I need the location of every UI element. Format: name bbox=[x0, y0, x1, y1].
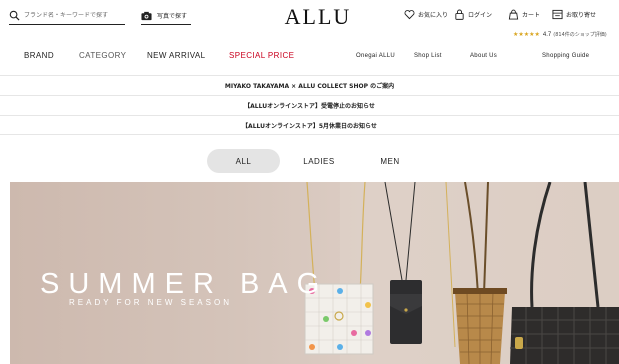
notice-item[interactable]: 【ALLUオンラインストア】5月休業日のお知らせ bbox=[0, 115, 619, 135]
favorites-label: お気に入り bbox=[418, 12, 449, 19]
camera-icon bbox=[141, 11, 152, 20]
nav-brand[interactable]: BRAND bbox=[24, 51, 54, 60]
rating-count: (814件のショップ評価) bbox=[553, 32, 607, 38]
nav-shopping-guide[interactable]: Shopping Guide bbox=[542, 53, 589, 59]
hero-banner[interactable]: SUMMER BAG READY FOR NEW SEASON bbox=[10, 182, 619, 364]
request-icon bbox=[552, 9, 563, 20]
nav-shop-list[interactable]: Shop List bbox=[414, 53, 442, 59]
notice-item[interactable]: 【ALLUオンラインストア】受電停止のお知らせ bbox=[0, 95, 619, 115]
hero-subtitle: READY FOR NEW SEASON bbox=[69, 298, 232, 307]
cart-icon bbox=[508, 9, 519, 20]
request-label: お取り寄せ bbox=[566, 12, 597, 19]
shop-rating[interactable]: ★★★★★ 4.7 (814件のショップ評価) bbox=[513, 31, 607, 39]
rating-score: 4.7 bbox=[542, 31, 552, 38]
nav-category[interactable]: CATEGORY bbox=[79, 51, 126, 60]
heart-icon bbox=[404, 10, 415, 20]
tab-ladies[interactable]: LADIES bbox=[289, 149, 349, 173]
lock-icon bbox=[455, 9, 464, 20]
request-link[interactable]: お取り寄せ bbox=[552, 9, 596, 20]
search-box[interactable] bbox=[9, 7, 125, 25]
favorites-link[interactable]: お気に入り bbox=[404, 9, 448, 20]
notice-item[interactable]: MIYAKO TAKAYAMA × ALLU COLLECT SHOP のご案内 bbox=[0, 75, 619, 95]
nav-about-us[interactable]: About Us bbox=[470, 53, 497, 59]
search-input[interactable] bbox=[24, 12, 120, 19]
cart-label: カート bbox=[522, 12, 541, 19]
login-link[interactable]: ログイン bbox=[454, 9, 492, 20]
login-label: ログイン bbox=[468, 12, 493, 19]
tab-all[interactable]: ALL bbox=[207, 149, 280, 173]
nav-special-price[interactable]: SPECIAL PRICE bbox=[229, 51, 294, 60]
nav-new-arrival[interactable]: NEW ARRIVAL bbox=[147, 51, 206, 60]
nav-onegai-allu[interactable]: Onegai ALLU bbox=[356, 53, 395, 59]
photo-search-label: 写真で探す bbox=[157, 13, 188, 20]
cart-link[interactable]: カート bbox=[508, 9, 540, 20]
tab-men[interactable]: MEN bbox=[360, 149, 420, 173]
top-bar: 写真で探す ALLU お気に入り ログイン カート お取り寄せ ★★★★★ 4.… bbox=[0, 0, 619, 40]
search-icon bbox=[9, 10, 20, 21]
rating-stars: ★★★★★ bbox=[513, 32, 540, 38]
site-logo[interactable]: ALLU bbox=[278, 4, 358, 30]
hero-title: SUMMER BAG bbox=[40, 268, 329, 300]
photo-search-button[interactable]: 写真で探す bbox=[141, 7, 191, 25]
